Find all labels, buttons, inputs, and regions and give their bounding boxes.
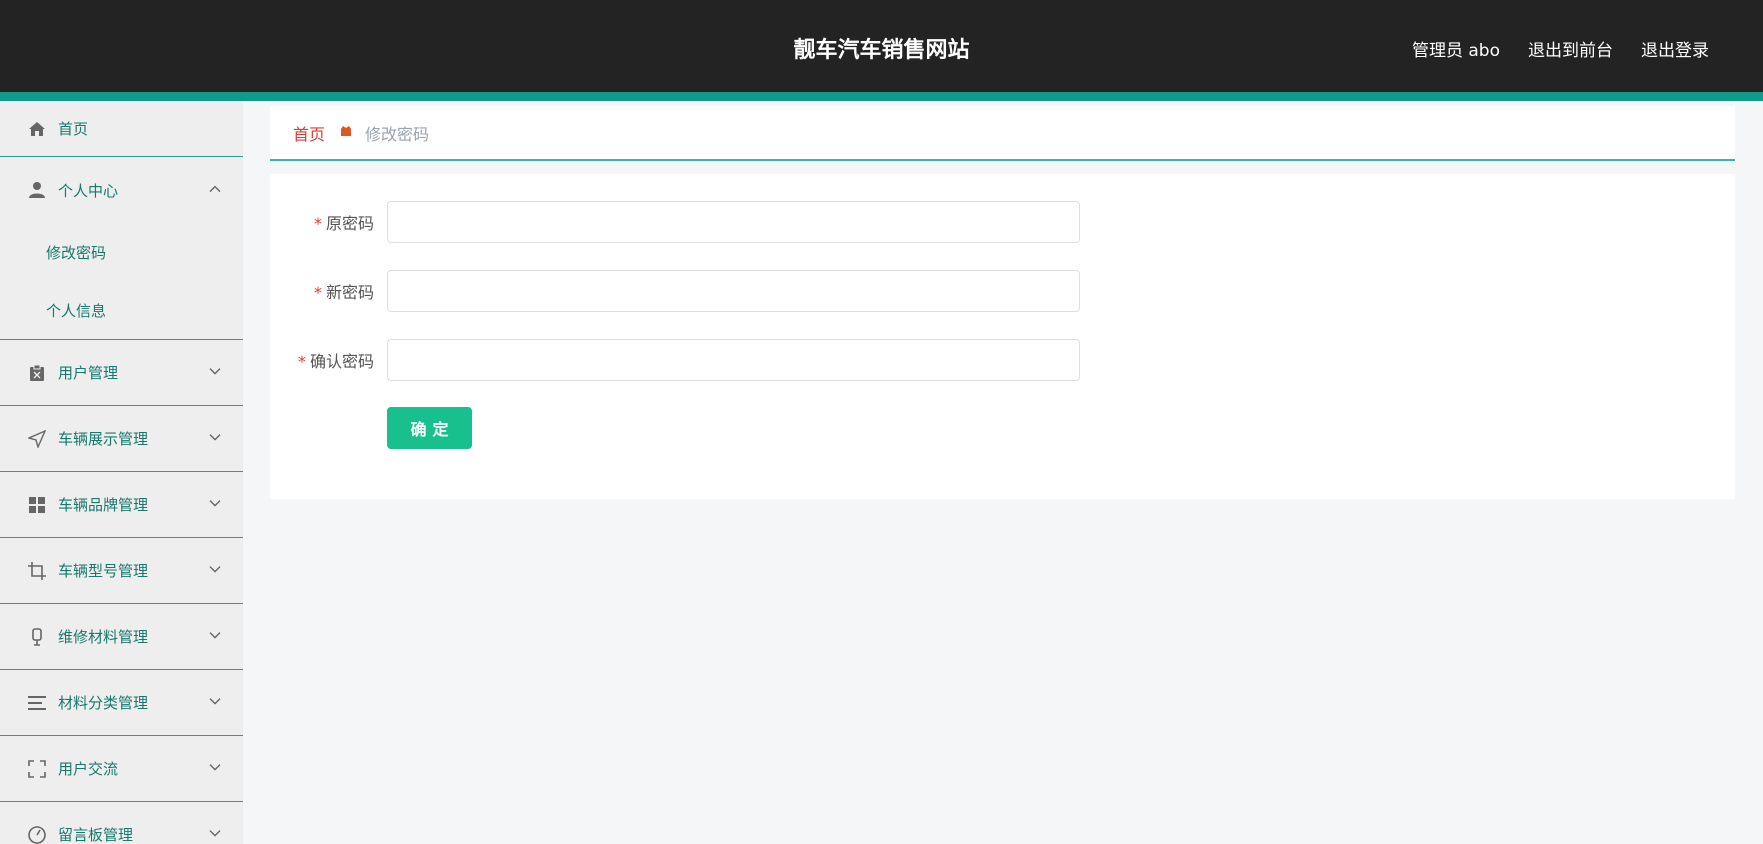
chevron-down-icon (209, 364, 221, 378)
chevron-down-icon (209, 826, 221, 840)
sidebar-item-label: 车辆展示管理 (58, 430, 149, 448)
sidebar-item-label: 车辆型号管理 (58, 562, 149, 580)
grid-icon (28, 496, 46, 514)
required-mark: * (297, 352, 306, 371)
confirm-password-input[interactable] (387, 339, 1080, 381)
chevron-down-icon (209, 430, 221, 444)
breadcrumb: 首页 修改密码 (270, 106, 1735, 161)
home-icon (28, 120, 46, 138)
required-mark: * (313, 214, 322, 233)
sidebar-item-label: 车辆品牌管理 (58, 496, 149, 514)
microphone-icon (28, 627, 46, 646)
breadcrumb-home-link[interactable]: 首页 (293, 121, 325, 145)
chevron-down-icon (209, 628, 221, 642)
label-text: 原密码 (325, 214, 374, 233)
clipboard-icon (28, 364, 46, 382)
crop-icon (28, 561, 46, 580)
sidebar-item-label: 个人中心 (58, 181, 119, 200)
chevron-down-icon (209, 760, 221, 774)
chevron-down-icon (209, 496, 221, 510)
fullscreen-icon (28, 759, 46, 778)
sidebar-item-repair-materials[interactable]: 维修材料管理 (0, 604, 243, 670)
form-row-new-password: * 新密码 (270, 270, 1270, 312)
sidebar-item-label: 用户交流 (58, 760, 119, 778)
label-text: 新密码 (325, 283, 374, 302)
new-password-label: * 新密码 (270, 279, 374, 303)
admin-user-label[interactable]: 管理员 abo (1412, 36, 1500, 61)
sidebar-item-vehicle-brand[interactable]: 车辆品牌管理 (0, 472, 243, 538)
required-mark: * (313, 283, 322, 302)
personal-center-submenu: 修改密码 个人信息 (0, 223, 243, 340)
sidebar-item-label: 材料分类管理 (58, 694, 149, 712)
top-header: 靓车汽车销售网站 管理员 abo 退出到前台 退出登录 (0, 0, 1763, 92)
chevron-down-icon (209, 562, 221, 576)
sidebar-item-message-board[interactable]: 留言板管理 (0, 802, 243, 844)
form-row-confirm-password: * 确认密码 (270, 339, 1270, 381)
confirm-password-label: * 确认密码 (270, 348, 374, 372)
sidebar-item-personal-center[interactable]: 个人中心 (0, 157, 243, 223)
sidebar-item-user-management[interactable]: 用户管理 (0, 340, 243, 406)
sidebar-subitem-change-password[interactable]: 修改密码 (0, 223, 243, 281)
header-links: 管理员 abo 退出到前台 退出登录 (1412, 36, 1709, 61)
sidebar-item-home[interactable]: 首页 (0, 101, 243, 157)
sidebar-item-label: 用户管理 (58, 364, 119, 382)
logout-link[interactable]: 退出登录 (1641, 36, 1709, 61)
sidebar-item-material-category[interactable]: 材料分类管理 (0, 670, 243, 736)
navigation-icon (28, 429, 46, 448)
sidebar-item-label: 留言板管理 (58, 826, 134, 844)
old-password-input[interactable] (387, 201, 1080, 243)
sidebar-item-label: 首页 (58, 120, 89, 138)
sidebar-item-vehicle-display[interactable]: 车辆展示管理 (0, 406, 243, 472)
breadcrumb-current: 修改密码 (365, 124, 430, 144)
change-password-form: * 原密码 * 新密码 * 确认密码 确定 (270, 174, 1735, 499)
sidebar-item-vehicle-model[interactable]: 车辆型号管理 (0, 538, 243, 604)
new-password-input[interactable] (387, 270, 1080, 312)
form-row-old-password: * 原密码 (270, 201, 1270, 243)
sidebar-item-label: 维修材料管理 (58, 628, 149, 646)
chevron-down-icon (209, 694, 221, 708)
label-text: 确认密码 (309, 352, 374, 371)
sidebar: 首页 个人中心 修改密码 个人信息 用户管理 车辆展示管理 车辆品牌管理 车辆型… (0, 101, 243, 844)
sidebar-item-user-exchange[interactable]: 用户交流 (0, 736, 243, 802)
submit-button[interactable]: 确定 (387, 407, 472, 449)
chevron-up-icon (209, 182, 221, 196)
sidebar-subitem-personal-info[interactable]: 个人信息 (0, 281, 243, 339)
list-icon (28, 694, 46, 712)
user-icon (28, 181, 46, 199)
header-accent-bar (0, 92, 1763, 101)
gauge-icon (28, 825, 46, 844)
back-to-front-link[interactable]: 退出到前台 (1528, 36, 1613, 61)
old-password-label: * 原密码 (270, 210, 374, 234)
breadcrumb-separator-icon (339, 124, 353, 142)
